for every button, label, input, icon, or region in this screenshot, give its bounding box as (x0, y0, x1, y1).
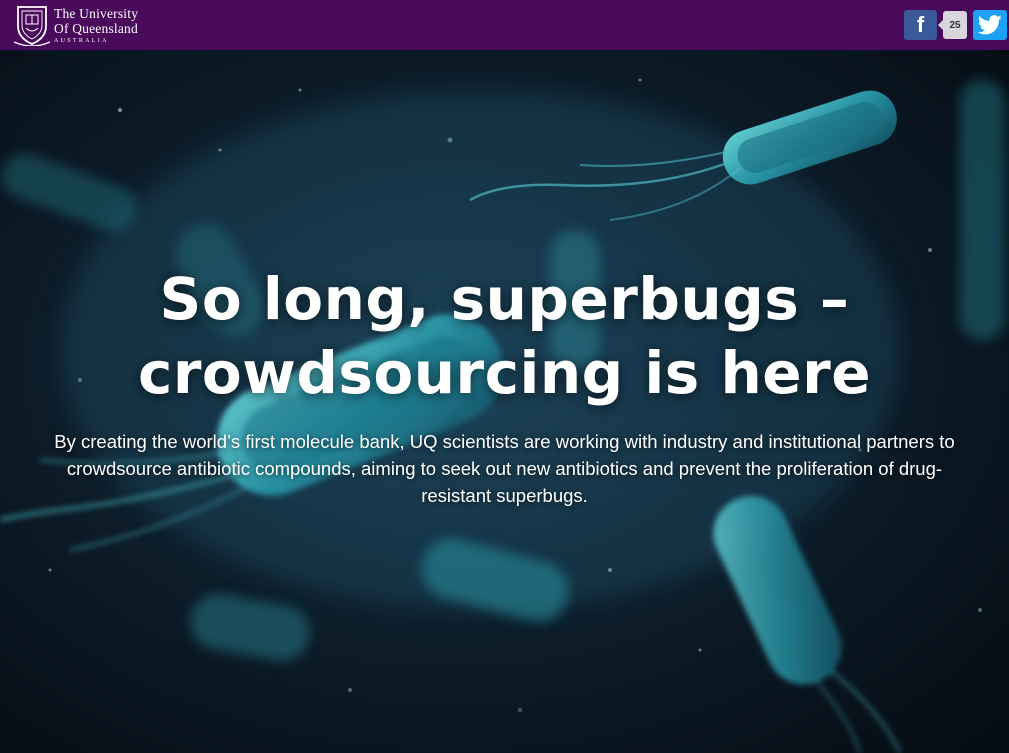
logo-text-line2: Of Queensland (54, 21, 138, 36)
share-count-badge: 25 (938, 11, 967, 39)
facebook-icon: f (916, 12, 925, 37)
hero-title-line1: So long, superbugs – (159, 265, 850, 333)
hero-title-line2: crowdsourcing is here (137, 339, 872, 407)
facebook-share-button[interactable]: f (904, 10, 937, 40)
logo-text-line3: AUSTRALIA (54, 38, 109, 44)
hero-title: So long, superbugs – crowdsourcing is he… (0, 262, 1009, 410)
university-logo[interactable]: The University Of Queensland AUSTRALIA (14, 4, 164, 46)
crest-icon (14, 6, 50, 46)
twitter-share-button[interactable] (973, 10, 1007, 40)
twitter-icon (978, 15, 1002, 35)
social-share-group: f 25 (904, 9, 1007, 41)
top-navigation-bar: The University Of Queensland AUSTRALIA f… (0, 0, 1009, 50)
hero-description: By creating the world’s first molecule b… (54, 431, 955, 506)
hero-section: So long, superbugs – crowdsourcing is he… (0, 50, 1009, 753)
logo-text-line1: The University (54, 6, 139, 21)
